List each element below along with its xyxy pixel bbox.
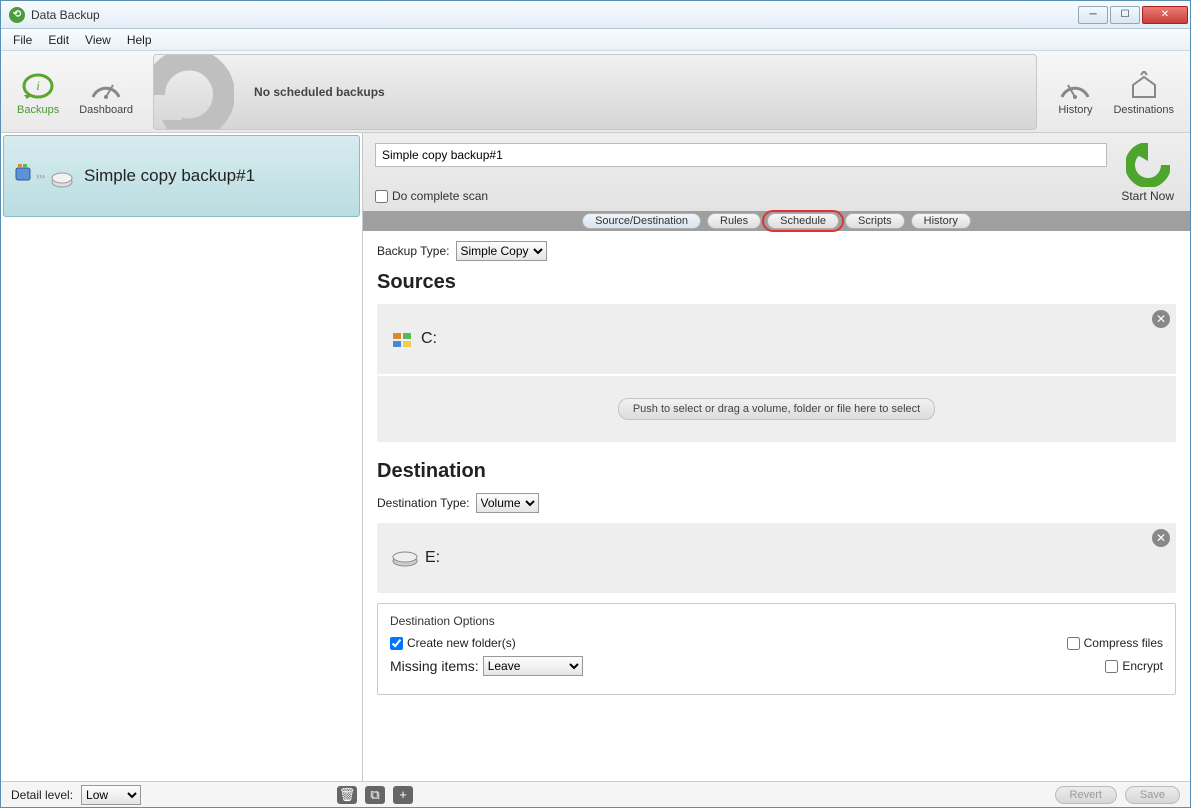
destination-type-label: Destination Type: xyxy=(377,496,470,510)
body: ››› Simple copy backup#1 Do complete sca… xyxy=(1,133,1190,781)
menu-help[interactable]: Help xyxy=(119,31,160,49)
delete-button[interactable]: 🗑 xyxy=(337,786,357,804)
history-button[interactable]: History xyxy=(1051,64,1099,120)
tab-history[interactable]: History xyxy=(911,213,971,229)
missing-items-select[interactable]: Leave xyxy=(483,656,583,676)
detail-level-label: Detail level: xyxy=(11,788,73,802)
source-dropzone[interactable]: Push to select or drag a volume, folder … xyxy=(377,376,1176,442)
source-box: ✕ C: xyxy=(377,304,1176,374)
encrypt-checkbox[interactable] xyxy=(1105,660,1118,673)
backups-icon: i xyxy=(20,68,56,104)
add-button[interactable]: + xyxy=(393,786,413,804)
banner-text: No scheduled backups xyxy=(254,85,385,99)
start-now-button[interactable]: Start Now xyxy=(1117,143,1178,203)
menu-view[interactable]: View xyxy=(77,31,119,49)
revert-button[interactable]: Revert xyxy=(1055,786,1117,804)
dashboard-icon xyxy=(88,68,124,104)
content: Backup Type: Simple Copy Sources ✕ C: xyxy=(363,231,1190,781)
svg-text:›››: ››› xyxy=(36,171,45,181)
complete-scan-checkbox[interactable] xyxy=(375,190,388,203)
windows-drive-icon xyxy=(391,327,415,351)
header-area: Do complete scan Start Now xyxy=(363,133,1190,211)
window-title: Data Backup xyxy=(31,8,1078,22)
create-folders-checkbox[interactable] xyxy=(390,637,403,650)
destinations-icon xyxy=(1126,68,1162,104)
disk-drive-icon xyxy=(391,548,419,568)
backups-button[interactable]: i Backups xyxy=(11,64,65,120)
window-controls: ─ ☐ ✕ xyxy=(1078,6,1188,24)
app-window: ⟲ Data Backup ─ ☐ ✕ File Edit View Help … xyxy=(0,0,1191,808)
destination-drive-label: E: xyxy=(425,549,440,567)
destination-options: Destination Options Create new folder(s)… xyxy=(377,603,1176,695)
backup-name-input[interactable] xyxy=(375,143,1107,167)
menu-edit[interactable]: Edit xyxy=(40,31,77,49)
destination-options-title: Destination Options xyxy=(390,614,1163,628)
statusbar: Detail level: Low 🗑 ⧉ + Revert Save xyxy=(1,781,1190,807)
backup-type-label: Backup Type: xyxy=(377,244,450,258)
backup-flow-icon: ››› xyxy=(14,158,74,194)
destination-type-select[interactable]: Volume xyxy=(476,493,539,513)
copy-button[interactable]: ⧉ xyxy=(365,786,385,804)
titlebar: ⟲ Data Backup ─ ☐ ✕ xyxy=(1,1,1190,29)
history-label: History xyxy=(1058,104,1092,116)
sidebar-item-label: Simple copy backup#1 xyxy=(84,166,255,186)
banner-arrow-icon xyxy=(153,54,234,130)
create-folders-label: Create new folder(s) xyxy=(407,636,516,650)
start-now-label: Start Now xyxy=(1121,189,1174,203)
start-now-icon xyxy=(1126,143,1170,187)
dashboard-label: Dashboard xyxy=(79,104,133,116)
missing-items-label: Missing items: xyxy=(390,658,479,674)
compress-checkbox[interactable] xyxy=(1067,637,1080,650)
detail-level-select[interactable]: Low xyxy=(81,785,141,805)
backup-type-select[interactable]: Simple Copy xyxy=(456,241,547,261)
maximize-button[interactable]: ☐ xyxy=(1110,6,1140,24)
tab-scripts[interactable]: Scripts xyxy=(845,213,905,229)
complete-scan-label: Do complete scan xyxy=(392,189,488,203)
app-icon: ⟲ xyxy=(9,7,25,23)
banner: No scheduled backups xyxy=(153,54,1037,130)
destination-heading: Destination xyxy=(377,460,1176,483)
source-drive-label: C: xyxy=(421,330,437,348)
tabstrip: Source/Destination Rules Schedule Script… xyxy=(363,211,1190,231)
dropzone-text[interactable]: Push to select or drag a volume, folder … xyxy=(618,398,935,420)
destinations-label: Destinations xyxy=(1113,104,1174,116)
svg-text:i: i xyxy=(36,78,40,93)
destination-box: ✕ E: xyxy=(377,523,1176,593)
sidebar-item-backup[interactable]: ››› Simple copy backup#1 xyxy=(3,135,360,217)
remove-destination-button[interactable]: ✕ xyxy=(1152,529,1170,547)
encrypt-label: Encrypt xyxy=(1122,659,1163,673)
tab-schedule[interactable]: Schedule xyxy=(767,213,839,229)
sources-heading: Sources xyxy=(377,271,1176,294)
menu-file[interactable]: File xyxy=(5,31,40,49)
destinations-button[interactable]: Destinations xyxy=(1107,64,1180,120)
close-button[interactable]: ✕ xyxy=(1142,6,1188,24)
tab-source-destination[interactable]: Source/Destination xyxy=(582,213,701,229)
history-icon xyxy=(1057,68,1093,104)
backups-label: Backups xyxy=(17,104,59,116)
remove-source-button[interactable]: ✕ xyxy=(1152,310,1170,328)
minimize-button[interactable]: ─ xyxy=(1078,6,1108,24)
save-button[interactable]: Save xyxy=(1125,786,1180,804)
tab-rules[interactable]: Rules xyxy=(707,213,761,229)
toolbar: i Backups Dashboard No scheduled backups… xyxy=(1,51,1190,133)
sidebar: ››› Simple copy backup#1 xyxy=(1,133,363,781)
main-pane: Do complete scan Start Now Source/Destin… xyxy=(363,133,1190,781)
compress-label: Compress files xyxy=(1084,636,1163,650)
dashboard-button[interactable]: Dashboard xyxy=(73,64,139,120)
menubar: File Edit View Help xyxy=(1,29,1190,51)
